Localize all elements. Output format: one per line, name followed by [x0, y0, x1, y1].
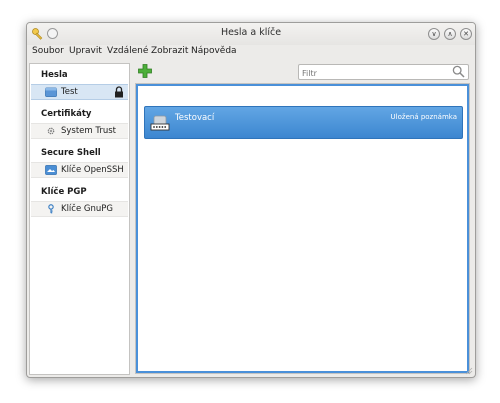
lock-icon[interactable]: [114, 86, 124, 98]
key-icon: [48, 204, 54, 214]
toolbar: [135, 61, 475, 83]
sidebar-heading-certificates: Certifikáty: [41, 109, 92, 119]
titlebar[interactable]: Hesla a klíče ∨ ∧ ✕: [27, 23, 475, 45]
menu-file[interactable]: Soubor: [32, 46, 64, 56]
sidebar-item-openssh[interactable]: Klíče OpenSSH: [31, 162, 128, 178]
sidebar-item-system-trust[interactable]: System Trust: [31, 123, 128, 139]
app-window: Hesla a klíče ∨ ∧ ✕ Soubor Upravit Vzdál…: [26, 22, 476, 378]
menubar: Soubor Upravit Vzdálené Zobrazit Nápověd…: [27, 45, 475, 61]
chevron-down-icon: ∨: [431, 30, 437, 38]
sidebar-heading-passwords: Hesla: [41, 70, 68, 80]
menu-remote[interactable]: Vzdálené: [107, 46, 148, 56]
item-list[interactable]: Testovací Uložená poznámka: [135, 83, 470, 374]
sidebar-heading-secure-shell: Secure Shell: [41, 148, 101, 158]
resize-grip-icon[interactable]: [465, 367, 473, 375]
item-type-label: Uložená poznámka: [390, 113, 457, 121]
password-icon: [150, 115, 170, 131]
minimize-button[interactable]: ∨: [428, 28, 440, 40]
keyring-folder-icon: [45, 87, 57, 97]
folder-icon: [45, 165, 57, 175]
list-item[interactable]: Testovací Uložená poznámka: [144, 106, 463, 139]
sidebar-item-test[interactable]: Test: [31, 84, 128, 100]
gear-icon: [47, 127, 55, 135]
menu-view[interactable]: Zobrazit: [151, 46, 188, 56]
sidebar-item-label: Klíče GnuPG: [61, 204, 113, 214]
maximize-button[interactable]: ∧: [444, 28, 456, 40]
sidebar-item-gnupg[interactable]: Klíče GnuPG: [31, 201, 128, 217]
sidebar-heading-pgp: Klíče PGP: [41, 187, 87, 197]
window-title: Hesla a klíče: [220, 27, 282, 38]
chevron-up-icon: ∧: [447, 30, 453, 38]
item-title: Testovací: [175, 113, 215, 123]
plus-icon[interactable]: [137, 63, 153, 79]
close-icon: ✕: [463, 30, 469, 38]
sidebar-item-label: Klíče OpenSSH: [61, 165, 124, 175]
sidebar-item-label: System Trust: [61, 126, 116, 136]
close-button[interactable]: ✕: [460, 28, 472, 40]
sidebar: Hesla Test Certifikáty System Trust Secu…: [29, 63, 130, 375]
filter-input[interactable]: [298, 64, 469, 80]
menu-help[interactable]: Nápověda: [191, 46, 237, 56]
menu-edit[interactable]: Upravit: [69, 46, 102, 56]
search-icon[interactable]: [452, 65, 465, 78]
sidebar-item-label: Test: [61, 87, 78, 97]
